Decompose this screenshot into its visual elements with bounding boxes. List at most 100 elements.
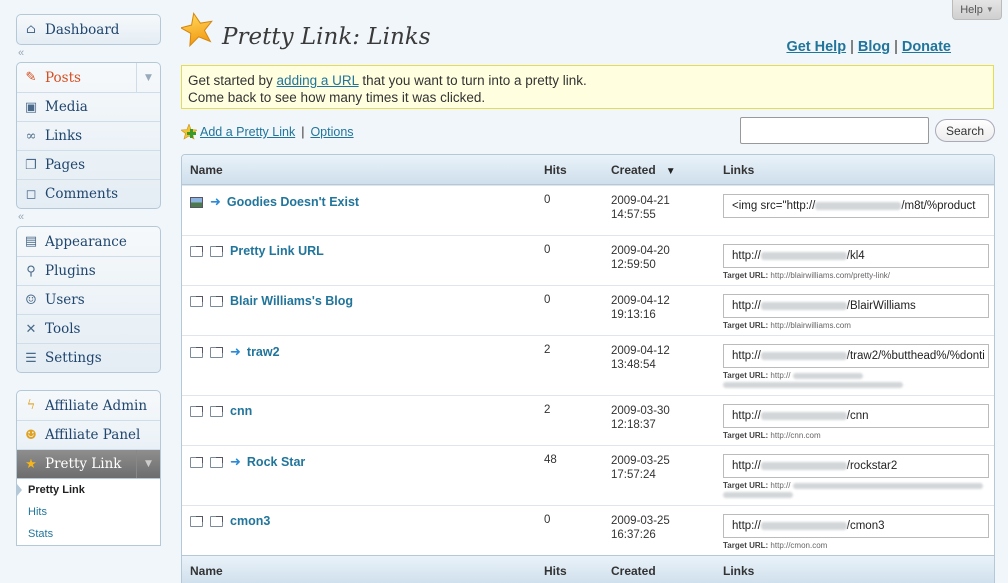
collapse-separator-icon[interactable]: «	[16, 209, 161, 226]
link-name[interactable]: Goodies Doesn't Exist	[227, 195, 359, 209]
name-cell: ➜ traw2	[190, 344, 280, 360]
created-date: 2009-04-12	[611, 295, 670, 307]
external-link-icon[interactable]	[190, 245, 203, 257]
redacted-domain	[760, 461, 847, 470]
external-link-icon[interactable]	[190, 346, 203, 358]
link-suffix: /m8t/%product	[901, 200, 976, 212]
expand-arrow-icon[interactable]: ▼	[136, 63, 160, 92]
get-help-link[interactable]: Get Help	[786, 39, 846, 55]
link-name[interactable]: Blair Williams's Blog	[230, 294, 353, 308]
sidebar-item-media[interactable]: ▣ Media	[17, 92, 160, 121]
sidebar-item-label: Posts	[45, 69, 81, 86]
sidebar-item-posts[interactable]: ✎ Posts ▼	[17, 63, 160, 92]
link-prefix: <img src="http://	[732, 200, 816, 212]
sidebar-item-affiliate-admin[interactable]: ϟ Affiliate Admin	[17, 391, 160, 420]
redacted-domain	[760, 351, 847, 360]
created-cell: 2009-03-30 12:18:37	[611, 404, 670, 432]
pretty-link-field[interactable]: http:// /cmon3	[723, 514, 989, 538]
toolbar: Add a Pretty Link | Options	[181, 124, 354, 140]
pretty-link-field[interactable]: http:// /traw2/%butthead%/%donti	[723, 344, 989, 368]
sidebar-item-pretty-link[interactable]: ★ Pretty Link ▼	[17, 449, 160, 478]
submenu-item-hits[interactable]: Hits	[17, 501, 160, 523]
collapse-separator-icon[interactable]: «	[16, 45, 161, 62]
header-links: Get Help | Blog | Donate	[786, 39, 951, 55]
column-footer-name[interactable]: Name	[190, 564, 223, 578]
column-header-label: Created	[611, 162, 656, 177]
name-cell: Pretty Link URL	[190, 244, 324, 258]
created-date: 2009-04-12	[611, 345, 670, 357]
name-cell: ➜ Rock Star	[190, 454, 305, 470]
link-name[interactable]: Rock Star	[247, 455, 305, 469]
submenu-item-stats[interactable]: Stats	[17, 523, 160, 545]
created-time: 19:13:16	[611, 309, 656, 321]
created-time: 12:59:50	[611, 259, 656, 271]
sidebar-item-appearance[interactable]: ▤ Appearance	[17, 227, 160, 256]
separator: |	[850, 39, 854, 55]
notice-box: Get started by adding a URL that you wan…	[181, 65, 994, 109]
column-header-created[interactable]: Created ▼	[611, 163, 676, 177]
sidebar-item-pages[interactable]: ❐ Pages	[17, 150, 160, 179]
external-link-icon[interactable]	[190, 515, 203, 527]
options-link[interactable]: Options	[310, 125, 353, 139]
link-name[interactable]: cnn	[230, 404, 252, 418]
donate-link[interactable]: Donate	[902, 39, 951, 55]
sidebar-item-affiliate-panel[interactable]: ☻ Affiliate Panel	[17, 420, 160, 449]
sidebar-item-plugins[interactable]: ⚲ Plugins	[17, 256, 160, 285]
external-link-icon[interactable]	[210, 346, 223, 358]
external-link-icon[interactable]	[210, 405, 223, 417]
search-input[interactable]	[740, 117, 929, 144]
created-cell: 2009-04-21 14:57:55	[611, 194, 670, 222]
table-row: ➜ Rock Star 48 2009-03-25 17:57:24 http:…	[182, 445, 994, 505]
sidebar-item-tools[interactable]: ✕ Tools	[17, 314, 160, 343]
blog-link[interactable]: Blog	[858, 39, 890, 55]
pretty-link-field[interactable]: http:// /BlairWilliams	[723, 294, 989, 318]
link-name[interactable]: cmon3	[230, 514, 270, 528]
sidebar-item-dashboard[interactable]: ⌂ Dashboard	[17, 15, 160, 44]
sidebar-item-users[interactable]: ☺ Users	[17, 285, 160, 314]
sidebar-item-settings[interactable]: ☰ Settings	[17, 343, 160, 372]
target-value: http://	[770, 481, 791, 490]
external-link-icon[interactable]	[190, 405, 203, 417]
external-link-icon[interactable]	[190, 456, 203, 468]
page-title: Pretty Link: Links	[222, 24, 431, 50]
target-label: Target URL:	[723, 431, 769, 440]
link-prefix: http://	[732, 250, 761, 262]
sidebar-item-links[interactable]: ∞ Links	[17, 121, 160, 150]
sidebar-item-comments[interactable]: ◻ Comments	[17, 179, 160, 208]
redacted-domain	[760, 411, 847, 420]
external-link-icon[interactable]	[190, 295, 203, 307]
external-link-icon[interactable]	[210, 456, 223, 468]
external-link-icon[interactable]	[210, 295, 223, 307]
column-footer-hits[interactable]: Hits	[544, 564, 567, 578]
add-url-link[interactable]: adding a URL	[277, 73, 359, 88]
redacted-domain	[760, 251, 847, 260]
name-cell: Blair Williams's Blog	[190, 294, 353, 308]
link-name[interactable]: traw2	[247, 345, 280, 359]
submenu-item-pretty-link[interactable]: Pretty Link	[17, 479, 160, 501]
add-link-icon[interactable]	[181, 124, 197, 140]
pages-icon: ❐	[25, 157, 37, 173]
external-link-icon[interactable]	[210, 515, 223, 527]
column-footer-created[interactable]: Created	[611, 564, 656, 578]
pretty-link-field[interactable]: http:// /rockstar2	[723, 454, 989, 478]
column-header-hits[interactable]: Hits	[544, 163, 567, 177]
pretty-link-field[interactable]: <img src="http:// /m8t/%product	[723, 194, 989, 218]
pretty-link-field[interactable]: http:// /kl4	[723, 244, 989, 268]
help-button[interactable]: Help ▼	[952, 0, 1002, 20]
search-button[interactable]: Search	[935, 119, 995, 142]
target-value: http://cnn.com	[770, 431, 821, 440]
external-link-icon[interactable]	[210, 245, 223, 257]
sidebar-item-label: Comments	[45, 186, 119, 202]
add-pretty-link-link[interactable]: Add a Pretty Link	[200, 125, 295, 139]
hits-cell: 2	[544, 344, 551, 356]
expand-arrow-icon[interactable]: ▼	[136, 450, 160, 478]
notice-text: Get started by	[188, 73, 277, 88]
link-prefix: http://	[732, 520, 761, 532]
link-name[interactable]: Pretty Link URL	[230, 244, 324, 258]
pretty-link-field[interactable]: http:// /cnn	[723, 404, 989, 428]
redirect-arrow-icon: ➜	[230, 344, 241, 359]
sidebar-item-label: Users	[45, 292, 85, 308]
table-row: cnn 2 2009-03-30 12:18:37 http:// /cnn Ta…	[182, 395, 994, 445]
appearance-icon: ▤	[24, 234, 38, 249]
column-header-name[interactable]: Name	[190, 163, 223, 177]
